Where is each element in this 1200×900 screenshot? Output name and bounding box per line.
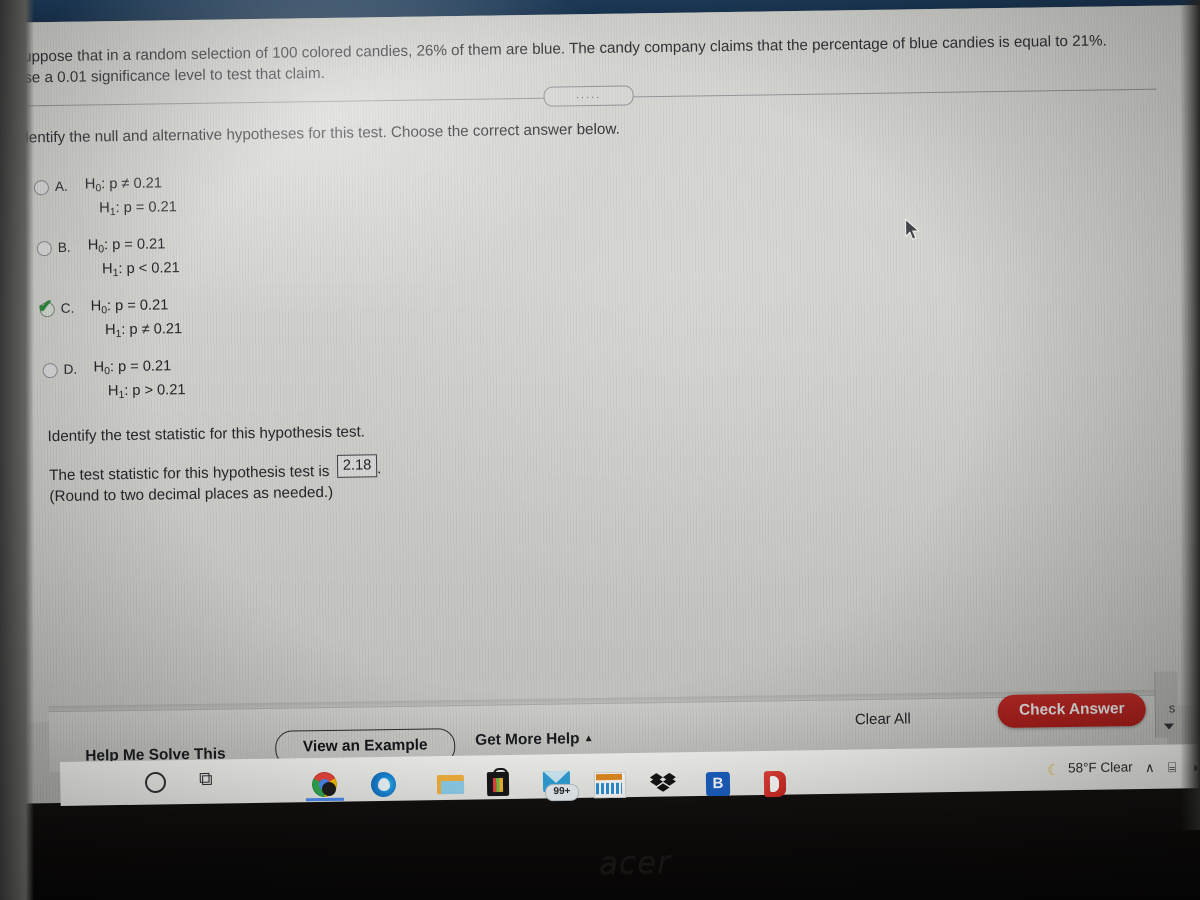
choice-letter-b: B. bbox=[57, 239, 71, 255]
h-expression: : p ≠ 0.21 bbox=[101, 175, 163, 193]
test-statistic-period: . bbox=[376, 460, 382, 478]
chrome-active-indicator bbox=[305, 797, 345, 802]
get-more-help-label: Get More Help bbox=[475, 730, 580, 749]
amazon-icon-bars bbox=[595, 782, 623, 795]
check-answer-button[interactable]: Check Answer bbox=[997, 692, 1147, 729]
acer-brand-logo: acer bbox=[598, 844, 672, 882]
weather-status[interactable]: 58°F Clear bbox=[1068, 759, 1133, 775]
choice-c-null-hypothesis: H0: p = 0.21 bbox=[90, 297, 169, 317]
h-symbol: H bbox=[102, 261, 113, 278]
caret-up-icon: ▲ bbox=[583, 733, 594, 745]
h-symbol: H bbox=[104, 322, 116, 339]
h-expression: : p = 0.21 bbox=[115, 199, 177, 217]
h-symbol: H bbox=[84, 176, 96, 193]
test-statistic-input[interactable]: 2.18 bbox=[336, 454, 378, 478]
get-more-help-menu[interactable]: Get More Help ▲ bbox=[475, 730, 594, 750]
dropbox-icon[interactable] bbox=[649, 772, 676, 795]
selected-check-icon: ✔ bbox=[37, 296, 53, 317]
h-subscript: 0 bbox=[104, 366, 111, 378]
choice-a-null-hypothesis: H0: p ≠ 0.21 bbox=[84, 175, 163, 195]
choice-letter-d: D. bbox=[63, 361, 78, 377]
scrollbar-down-arrow-icon[interactable] bbox=[1163, 723, 1175, 730]
h-symbol: H bbox=[107, 383, 119, 400]
microsoft-office-icon-inner bbox=[769, 775, 780, 793]
choice-a-alt-hypothesis: H1: p = 0.21 bbox=[99, 199, 177, 219]
h-expression: : p ≠ 0.21 bbox=[121, 321, 183, 339]
blue-b-app-icon[interactable]: B bbox=[705, 771, 731, 797]
h-subscript: 0 bbox=[98, 244, 105, 256]
google-chrome-overlay-badge bbox=[321, 781, 337, 797]
h-symbol: H bbox=[90, 298, 102, 315]
microsoft-store-icon-stripes bbox=[492, 777, 504, 793]
h-subscript: 1 bbox=[115, 329, 122, 341]
mail-unread-badge: 99+ bbox=[544, 783, 580, 802]
file-explorer-icon-front bbox=[440, 780, 465, 795]
screen-surface: Suppose that in a random selection of 10… bbox=[0, 0, 1200, 804]
tray-extra-icon[interactable]: ◑ bbox=[1190, 759, 1199, 775]
question-stem-line-2: Use a 0.01 significance level to test th… bbox=[13, 64, 325, 87]
h-subscript: 1 bbox=[112, 268, 119, 280]
task-view-icon[interactable]: ⧉ bbox=[199, 769, 213, 790]
h-symbol: H bbox=[87, 237, 99, 254]
choice-d-null-hypothesis: H0: p = 0.21 bbox=[93, 358, 172, 378]
choice-letter-a: A. bbox=[54, 178, 68, 194]
choice-b-alt-hypothesis: H1: p < 0.21 bbox=[102, 260, 180, 280]
h-expression: : p = 0.21 bbox=[106, 297, 169, 315]
h-expression: : p < 0.21 bbox=[118, 260, 180, 278]
amazon-icon-header bbox=[595, 773, 623, 781]
radio-button-a[interactable] bbox=[33, 180, 50, 196]
rounding-instruction: (Round to two decimal places as needed.) bbox=[49, 483, 334, 506]
choice-letter-c: C. bbox=[60, 300, 75, 316]
h-subscript: 0 bbox=[95, 183, 102, 195]
mouse-cursor-icon bbox=[904, 218, 921, 241]
h-symbol: H bbox=[99, 200, 110, 217]
h-expression: : p > 0.21 bbox=[124, 382, 186, 399]
mail-icon-flap bbox=[542, 770, 570, 784]
network-icon[interactable]: ⌸ bbox=[1168, 759, 1177, 776]
show-hidden-icons-caret[interactable]: ∧ bbox=[1145, 760, 1155, 776]
crescent-moon-weather-icon: ☾ bbox=[1046, 761, 1061, 780]
radio-button-d[interactable] bbox=[42, 362, 58, 379]
h-subscript: 1 bbox=[109, 207, 116, 219]
h-expression: : p = 0.21 bbox=[103, 236, 166, 254]
divider-ellipsis-pill[interactable]: ..... bbox=[543, 85, 634, 107]
microsoft-edge-icon-swirl bbox=[377, 777, 391, 792]
h-subscript: 1 bbox=[118, 389, 125, 402]
h-symbol: H bbox=[93, 359, 105, 376]
laptop-screen-photo: acer Suppose that in a random selection … bbox=[0, 0, 1200, 900]
choice-d-alt-hypothesis: H1: p > 0.21 bbox=[107, 382, 186, 402]
scrollbar-partial-text: s bbox=[1168, 700, 1176, 716]
radio-button-b[interactable] bbox=[36, 241, 52, 257]
choice-b-null-hypothesis: H0: p = 0.21 bbox=[87, 236, 166, 256]
microsoft-store-icon-handle bbox=[492, 767, 509, 779]
choice-c-alt-hypothesis: H1: p ≠ 0.21 bbox=[104, 321, 183, 341]
prompt-identify-hypotheses: Identify the null and alternative hypoth… bbox=[16, 120, 620, 147]
clear-all-button[interactable]: Clear All bbox=[855, 710, 911, 728]
h-expression: : p = 0.21 bbox=[109, 358, 172, 376]
homework-page: Suppose that in a random selection of 10… bbox=[0, 4, 1200, 773]
question-stem-line-1: Suppose that in a random selection of 10… bbox=[12, 32, 1107, 66]
prompt-identify-test-statistic: Identify the test statistic for this hyp… bbox=[47, 423, 366, 446]
h-subscript: 0 bbox=[101, 305, 108, 317]
